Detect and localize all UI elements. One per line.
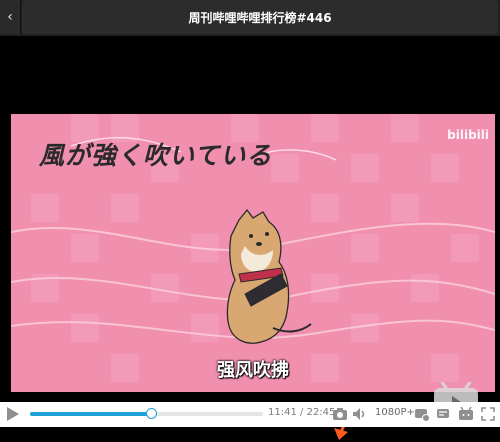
- quality-selector[interactable]: 1080P+: [375, 407, 415, 418]
- tv-mode-icon[interactable]: [458, 406, 474, 422]
- play-icon[interactable]: [6, 406, 20, 422]
- back-button[interactable]: ‹: [0, 0, 21, 34]
- progress-handle[interactable]: [146, 408, 158, 419]
- current-time: 11:41: [268, 407, 297, 418]
- volume-icon[interactable]: [352, 406, 368, 422]
- player-controls: 11:41 / 22:45 1080P+: [0, 402, 500, 427]
- time-separator: /: [300, 407, 304, 418]
- player-stage[interactable]: 風が強く吹いている bilibili 强风吹拂: [0, 36, 500, 440]
- screenshot-icon[interactable]: [332, 406, 348, 422]
- subtitle-text: 强风吹拂: [217, 360, 289, 381]
- video-title: 周刊哔哩哔哩排行榜#446: [188, 10, 332, 25]
- title-bar: 周刊哔哩哔哩排行榜#446: [22, 0, 498, 34]
- video-overlay-title: 風が強く吹いている: [39, 141, 273, 170]
- top-bar: ‹ 周刊哔哩哔哩排行榜#446: [0, 0, 500, 36]
- time-display: 11:41 / 22:45: [268, 407, 335, 418]
- watermark-logo: bilibili: [447, 128, 489, 142]
- danmaku-icon[interactable]: [436, 406, 452, 422]
- progress-bar[interactable]: [30, 408, 263, 419]
- settings-icon[interactable]: [414, 406, 430, 422]
- chevron-left-icon: ‹: [7, 9, 13, 25]
- fullscreen-icon[interactable]: [480, 406, 496, 422]
- dog-character: [226, 208, 312, 344]
- video-frame[interactable]: 風が強く吹いている bilibili 强风吹拂: [11, 114, 495, 392]
- progress-fill: [30, 412, 152, 416]
